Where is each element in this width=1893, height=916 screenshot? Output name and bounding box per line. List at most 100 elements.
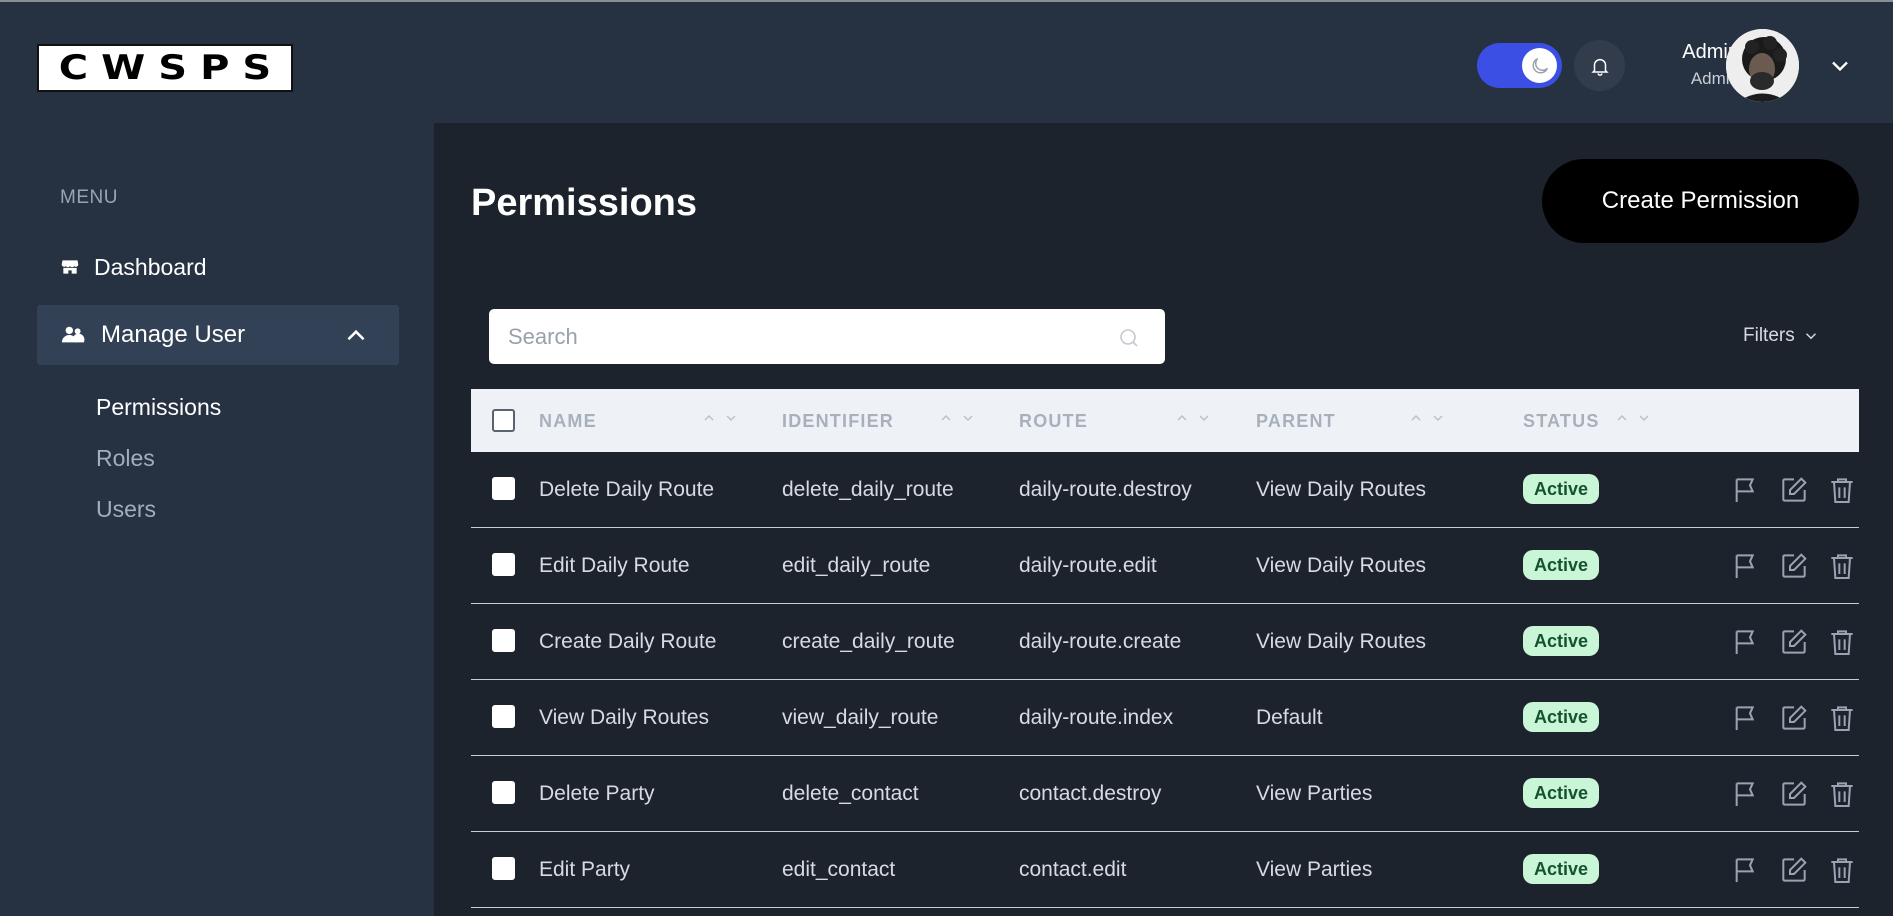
edit-icon[interactable] xyxy=(1778,474,1810,506)
status-badge: Active xyxy=(1523,854,1600,884)
sort-asc-icon xyxy=(1617,415,1627,421)
edit-icon[interactable] xyxy=(1778,854,1810,886)
column-header-status[interactable]: STATUS xyxy=(1523,411,1600,432)
cell-identifier: edit_contact xyxy=(782,858,896,881)
top-header: CWSPS Admin Admin xyxy=(0,2,1893,123)
table-row: Delete Party delete_contact contact.dest… xyxy=(471,756,1859,832)
status-badge: Active xyxy=(1523,778,1600,808)
table-row: Edit Party edit_contact contact.edit Vie… xyxy=(471,832,1859,908)
column-header-route[interactable]: ROUTE xyxy=(1019,411,1088,432)
sort-desc-icon xyxy=(1639,415,1649,421)
sidebar: MENU Dashboard Manage User Permissions R… xyxy=(0,123,434,916)
flag-icon[interactable] xyxy=(1730,854,1762,886)
trash-icon[interactable] xyxy=(1826,854,1858,886)
cell-name: Edit Party xyxy=(539,858,631,881)
table-row: Create Daily Route create_daily_route da… xyxy=(471,604,1859,680)
sort-name[interactable] xyxy=(701,410,739,426)
sort-asc-icon xyxy=(704,415,714,421)
sidebar-subitem-roles[interactable]: Roles xyxy=(96,445,155,472)
row-checkbox[interactable] xyxy=(492,705,515,728)
search-icon[interactable] xyxy=(1117,326,1141,350)
users-icon xyxy=(61,324,87,346)
chevron-up-icon[interactable] xyxy=(343,323,369,349)
trash-icon[interactable] xyxy=(1826,626,1858,658)
sort-identifier[interactable] xyxy=(938,410,976,426)
sidebar-item-label: Manage User xyxy=(101,321,246,348)
edit-icon[interactable] xyxy=(1778,778,1810,810)
sort-asc-icon xyxy=(1411,415,1421,421)
sort-desc-icon xyxy=(726,415,736,421)
chevron-down-icon xyxy=(1805,333,1816,340)
cell-identifier: delete_contact xyxy=(782,782,919,805)
cell-parent: View Daily Routes xyxy=(1256,554,1427,577)
column-header-parent[interactable]: PARENT xyxy=(1256,411,1336,432)
row-checkbox[interactable] xyxy=(492,553,515,576)
flag-icon[interactable] xyxy=(1730,550,1762,582)
cell-parent: View Daily Routes xyxy=(1256,630,1427,653)
filters-button[interactable]: Filters xyxy=(1743,325,1820,347)
cell-route: daily-route.destroy xyxy=(1019,478,1192,501)
sort-desc-icon xyxy=(1199,415,1209,421)
table-row: Delete Daily Route delete_daily_route da… xyxy=(471,452,1859,528)
cell-name: Delete Party xyxy=(539,782,655,805)
trash-icon[interactable] xyxy=(1826,474,1858,506)
row-checkbox[interactable] xyxy=(492,781,515,804)
edit-icon[interactable] xyxy=(1778,550,1810,582)
logo-text: CWSPS xyxy=(58,48,285,88)
column-header-name[interactable]: NAME xyxy=(539,411,597,432)
status-badge: Active xyxy=(1523,702,1600,732)
edit-icon[interactable] xyxy=(1778,702,1810,734)
flag-icon[interactable] xyxy=(1730,778,1762,810)
avatar[interactable] xyxy=(1726,29,1799,102)
sort-desc-icon xyxy=(1433,415,1443,421)
table-row: View Daily Routes view_daily_route daily… xyxy=(471,680,1859,756)
app-logo[interactable]: CWSPS xyxy=(37,44,293,92)
table-header: NAME IDENTIFIER ROUTE PARENT STATUS xyxy=(471,389,1859,452)
edit-icon[interactable] xyxy=(1778,626,1810,658)
row-checkbox[interactable] xyxy=(492,477,515,500)
flag-icon[interactable] xyxy=(1730,474,1762,506)
sidebar-item-label: Dashboard xyxy=(94,253,207,280)
sidebar-subitem-users[interactable]: Users xyxy=(96,496,156,523)
sort-route[interactable] xyxy=(1174,410,1212,426)
row-checkbox[interactable] xyxy=(492,629,515,652)
sidebar-item-manage-user[interactable]: Manage User xyxy=(37,305,399,365)
row-checkbox[interactable] xyxy=(492,857,515,880)
sidebar-subitem-permissions[interactable]: Permissions xyxy=(96,394,221,421)
sort-parent[interactable] xyxy=(1408,410,1446,426)
cell-route: contact.edit xyxy=(1019,858,1127,881)
cell-name: View Daily Routes xyxy=(539,706,710,729)
trash-icon[interactable] xyxy=(1826,702,1858,734)
cell-identifier: create_daily_route xyxy=(782,630,955,653)
trash-icon[interactable] xyxy=(1826,550,1858,582)
cell-identifier: edit_daily_route xyxy=(782,554,931,577)
flag-icon[interactable] xyxy=(1730,702,1762,734)
cell-name: Delete Daily Route xyxy=(539,478,715,501)
search-input[interactable] xyxy=(489,309,1165,364)
cell-route: daily-route.index xyxy=(1019,706,1174,729)
notifications-button[interactable] xyxy=(1574,40,1625,91)
select-all-checkbox[interactable] xyxy=(492,409,515,432)
sort-desc-icon xyxy=(963,415,973,421)
trash-icon[interactable] xyxy=(1826,778,1858,810)
status-badge: Active xyxy=(1523,550,1600,580)
cell-parent: View Parties xyxy=(1256,858,1373,881)
bell-icon xyxy=(1590,58,1609,76)
store-icon xyxy=(60,256,82,278)
user-name: Admin xyxy=(1682,41,1739,63)
theme-toggle[interactable] xyxy=(1477,43,1562,88)
sort-status[interactable] xyxy=(1614,410,1652,426)
flag-icon[interactable] xyxy=(1730,626,1762,658)
cell-route: daily-route.edit xyxy=(1019,554,1157,577)
sidebar-item-dashboard[interactable]: Dashboard xyxy=(37,237,399,297)
cell-identifier: view_daily_route xyxy=(782,706,939,729)
create-permission-button[interactable]: Create Permission xyxy=(1542,159,1859,243)
cell-name: Edit Daily Route xyxy=(539,554,690,577)
cell-parent: Default xyxy=(1256,706,1323,729)
table-row: Edit Daily Route edit_daily_route daily-… xyxy=(471,528,1859,604)
column-header-identifier[interactable]: IDENTIFIER xyxy=(782,411,894,432)
sort-asc-icon xyxy=(941,415,951,421)
status-badge: Active xyxy=(1523,474,1600,504)
menu-title: MENU xyxy=(60,187,118,208)
user-menu-chevron-icon[interactable] xyxy=(1826,52,1854,80)
